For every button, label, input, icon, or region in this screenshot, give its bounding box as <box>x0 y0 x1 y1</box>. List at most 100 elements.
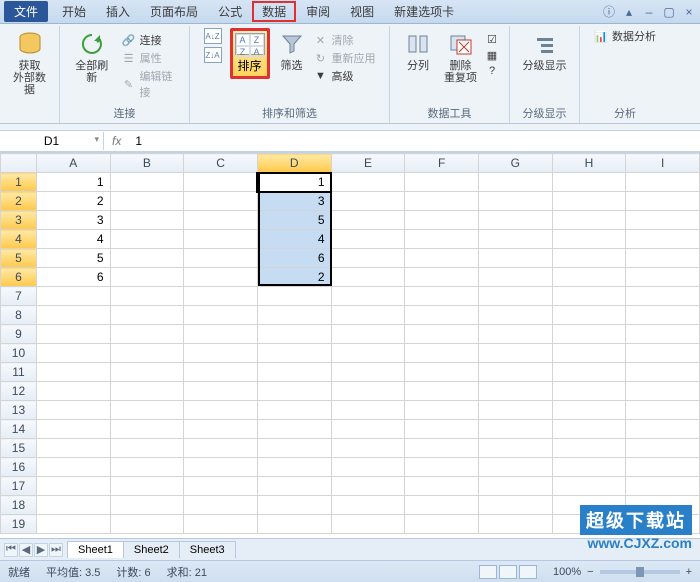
cell-C16[interactable] <box>184 458 258 477</box>
menu-new-tab[interactable]: 新建选项卡 <box>384 1 464 22</box>
row-header-15[interactable]: 15 <box>1 439 37 458</box>
cell-G12[interactable] <box>478 382 552 401</box>
cell-A8[interactable] <box>36 306 110 325</box>
clear-filter-button[interactable]: ✕清除 <box>314 32 376 48</box>
row-header-17[interactable]: 17 <box>1 477 37 496</box>
minimize-ribbon-icon[interactable]: ▴ <box>622 5 636 19</box>
sheet-tab-sheet3[interactable]: Sheet3 <box>179 541 236 558</box>
cell-H3[interactable] <box>552 211 626 230</box>
cell-D6[interactable]: 2 <box>257 268 331 287</box>
cell-C11[interactable] <box>184 363 258 382</box>
row-header-10[interactable]: 10 <box>1 344 37 363</box>
cell-H9[interactable] <box>552 325 626 344</box>
cell-G7[interactable] <box>478 287 552 306</box>
cell-I12[interactable] <box>626 382 700 401</box>
cell-B13[interactable] <box>110 401 184 420</box>
cell-H14[interactable] <box>552 420 626 439</box>
cell-A14[interactable] <box>36 420 110 439</box>
cell-F6[interactable] <box>405 268 479 287</box>
cell-H10[interactable] <box>552 344 626 363</box>
cell-A3[interactable]: 3 <box>36 211 110 230</box>
row-header-19[interactable]: 19 <box>1 515 37 534</box>
sort-button-highlighted[interactable]: AZZA 排序 <box>230 28 270 79</box>
cell-A18[interactable] <box>36 496 110 515</box>
cell-I17[interactable] <box>626 477 700 496</box>
edit-links-button[interactable]: ✎编辑链接 <box>122 68 183 100</box>
cell-I2[interactable] <box>626 192 700 211</box>
cell-C6[interactable] <box>184 268 258 287</box>
zoom-out[interactable]: − <box>587 566 593 578</box>
cell-E13[interactable] <box>331 401 405 420</box>
cell-C1[interactable] <box>184 173 258 192</box>
cell-B15[interactable] <box>110 439 184 458</box>
tab-nav-first[interactable]: ⏮ <box>4 543 18 557</box>
row-header-7[interactable]: 7 <box>1 287 37 306</box>
menu-home[interactable]: 开始 <box>52 1 96 22</box>
sheet-tab-sheet2[interactable]: Sheet2 <box>123 541 180 558</box>
cell-I3[interactable] <box>626 211 700 230</box>
cell-B3[interactable] <box>110 211 184 230</box>
row-header-1[interactable]: 1 <box>1 173 37 192</box>
cell-C5[interactable] <box>184 249 258 268</box>
col-header-G[interactable]: G <box>478 154 552 173</box>
select-all-corner[interactable] <box>1 154 37 173</box>
cell-G17[interactable] <box>478 477 552 496</box>
formula-input[interactable]: 1 <box>129 134 700 148</box>
cell-H2[interactable] <box>552 192 626 211</box>
cell-G1[interactable] <box>478 173 552 192</box>
cell-E12[interactable] <box>331 382 405 401</box>
cell-C2[interactable] <box>184 192 258 211</box>
cell-G18[interactable] <box>478 496 552 515</box>
cell-H15[interactable] <box>552 439 626 458</box>
cell-H17[interactable] <box>552 477 626 496</box>
cell-C19[interactable] <box>184 515 258 534</box>
cell-D4[interactable]: 4 <box>257 230 331 249</box>
cell-B17[interactable] <box>110 477 184 496</box>
cell-F11[interactable] <box>405 363 479 382</box>
cell-B14[interactable] <box>110 420 184 439</box>
cell-F19[interactable] <box>405 515 479 534</box>
reapply-button[interactable]: ↻重新应用 <box>314 50 376 66</box>
restore-icon[interactable]: ▢ <box>662 5 676 19</box>
cell-D14[interactable] <box>257 420 331 439</box>
cell-C17[interactable] <box>184 477 258 496</box>
row-header-6[interactable]: 6 <box>1 268 37 287</box>
cell-F1[interactable] <box>405 173 479 192</box>
advanced-filter-button[interactable]: ▼高级 <box>314 68 376 84</box>
cell-A5[interactable]: 5 <box>36 249 110 268</box>
cell-G13[interactable] <box>478 401 552 420</box>
cell-F4[interactable] <box>405 230 479 249</box>
col-header-D[interactable]: D <box>257 154 331 173</box>
cell-H5[interactable] <box>552 249 626 268</box>
cell-A19[interactable] <box>36 515 110 534</box>
cell-B7[interactable] <box>110 287 184 306</box>
cell-D16[interactable] <box>257 458 331 477</box>
help-icon[interactable]: ⓘ <box>602 5 616 19</box>
cell-E8[interactable] <box>331 306 405 325</box>
cell-H4[interactable] <box>552 230 626 249</box>
cell-B9[interactable] <box>110 325 184 344</box>
cell-G14[interactable] <box>478 420 552 439</box>
cell-G6[interactable] <box>478 268 552 287</box>
cell-A7[interactable] <box>36 287 110 306</box>
cell-F17[interactable] <box>405 477 479 496</box>
cell-G10[interactable] <box>478 344 552 363</box>
cell-D12[interactable] <box>257 382 331 401</box>
cell-B10[interactable] <box>110 344 184 363</box>
zoom-slider[interactable] <box>600 570 680 574</box>
cell-C4[interactable] <box>184 230 258 249</box>
cell-C18[interactable] <box>184 496 258 515</box>
cell-F14[interactable] <box>405 420 479 439</box>
cell-E11[interactable] <box>331 363 405 382</box>
cell-D5[interactable]: 6 <box>257 249 331 268</box>
cell-C3[interactable] <box>184 211 258 230</box>
tab-nav-last[interactable]: ⏭ <box>49 543 63 557</box>
cell-A6[interactable]: 6 <box>36 268 110 287</box>
get-external-data-button[interactable]: 获取 外部数据 <box>6 28 53 98</box>
cell-B11[interactable] <box>110 363 184 382</box>
row-header-3[interactable]: 3 <box>1 211 37 230</box>
connections-button[interactable]: 🔗连接 <box>122 32 183 48</box>
cell-D7[interactable] <box>257 287 331 306</box>
cell-E4[interactable] <box>331 230 405 249</box>
cell-E15[interactable] <box>331 439 405 458</box>
